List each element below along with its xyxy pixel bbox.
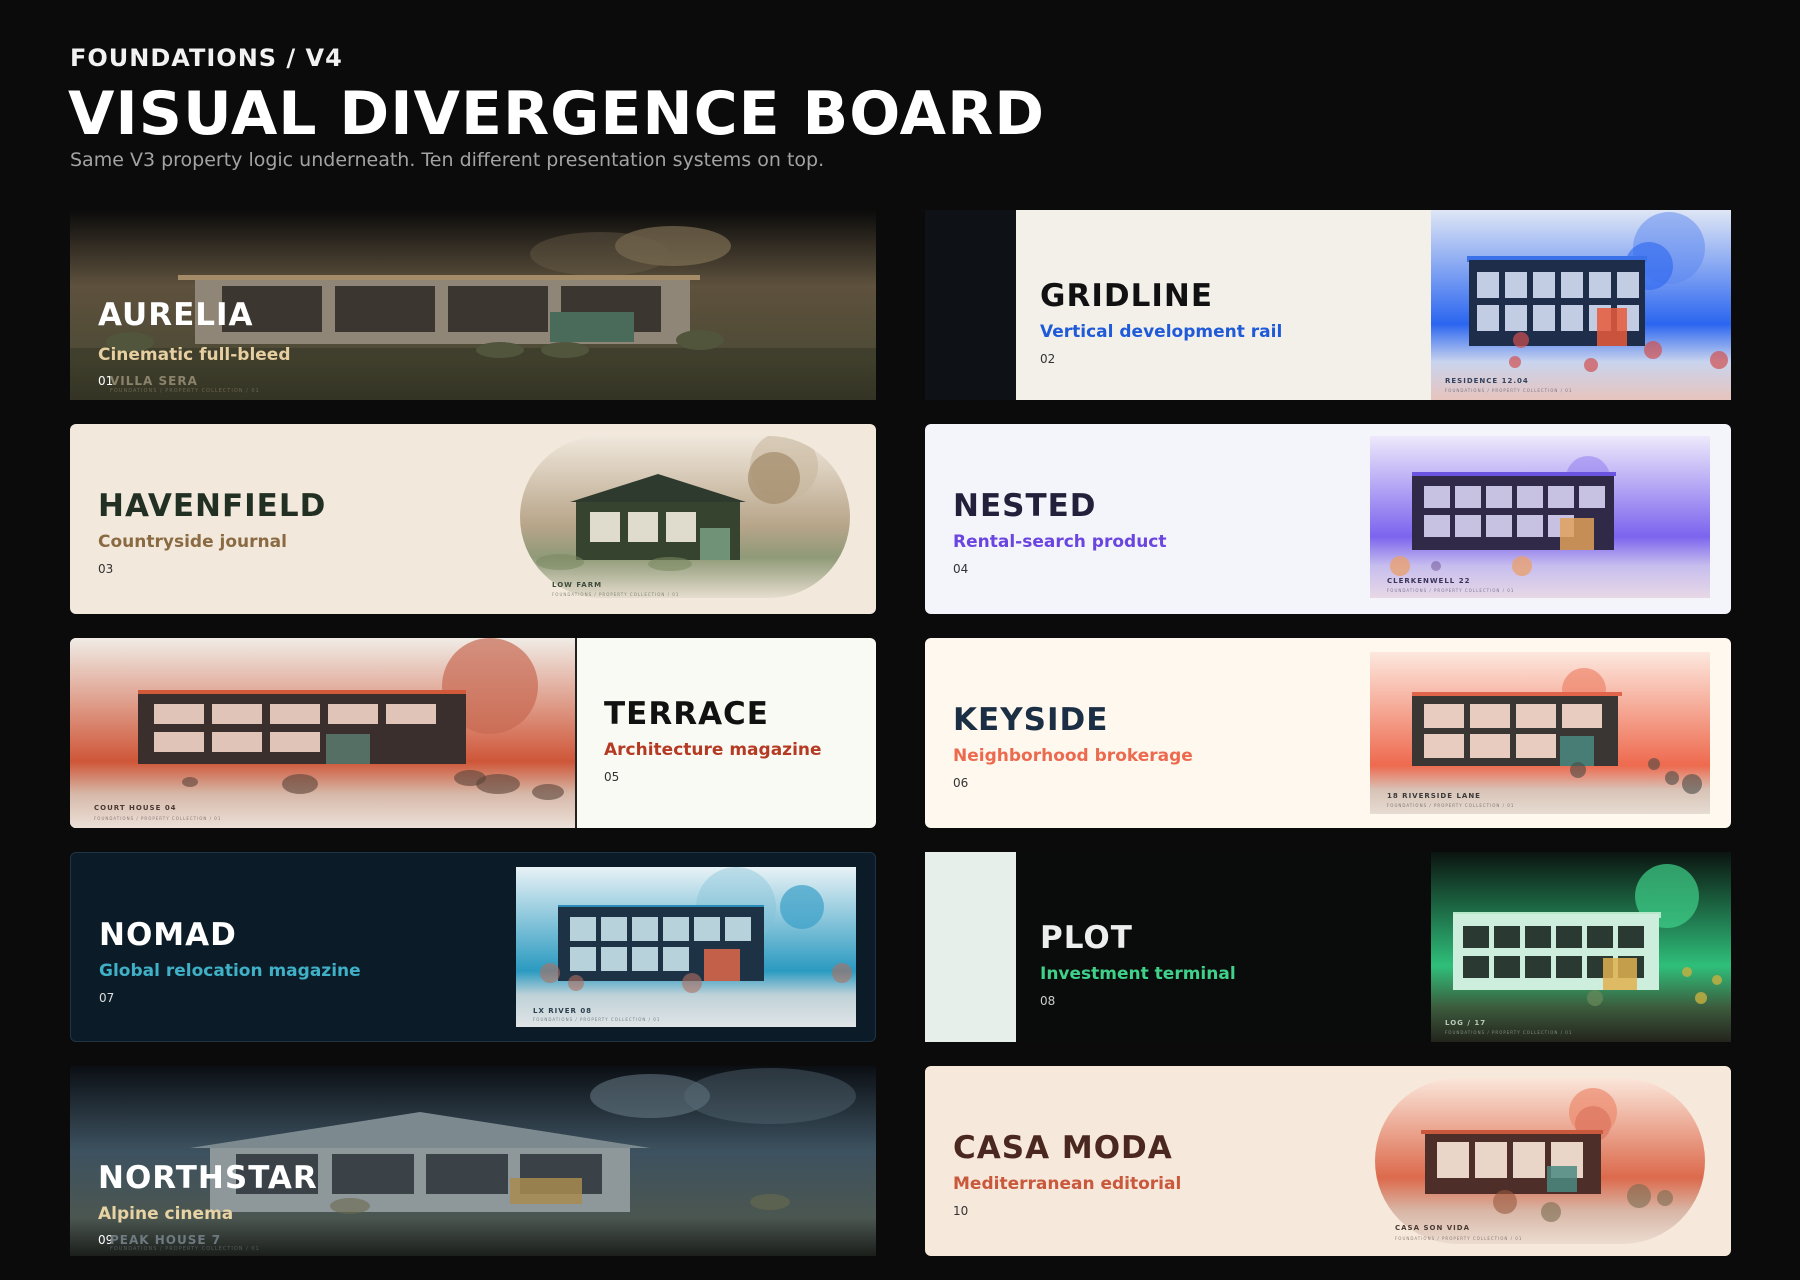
- development-rail: [925, 210, 1016, 400]
- property-illustration: [70, 638, 577, 828]
- card-tagline: Vertical development rail: [1040, 322, 1283, 342]
- card-tagline: Mediterranean editorial: [953, 1174, 1182, 1194]
- card-northstar[interactable]: NORTHSTAR Alpine cinema 09 PEAK HOUSE 7 …: [70, 1066, 876, 1256]
- card-number: 05: [604, 770, 620, 784]
- property-illustration: [1370, 652, 1710, 814]
- card-tagline: Global relocation magazine: [99, 961, 361, 981]
- card-tagline: Investment terminal: [1040, 964, 1236, 984]
- card-name: KEYSIDE: [953, 702, 1109, 738]
- board-title: VISUAL DIVERGENCE BOARD: [68, 79, 1046, 149]
- card-footer-caption: FOUNDATIONS / PROPERTY COLLECTION / 01: [1445, 388, 1573, 393]
- card-nomad[interactable]: NOMAD Global relocation magazine 07 LX R…: [70, 852, 876, 1042]
- card-footer-caption: FOUNDATIONS / PROPERTY COLLECTION / 01: [533, 1017, 661, 1022]
- card-caption: RESIDENCE 12.04: [1445, 377, 1529, 385]
- card-number: 06: [953, 776, 969, 790]
- card-footer-caption: FOUNDATIONS / PROPERTY COLLECTION / 01: [110, 388, 260, 394]
- card-number: 02: [1040, 352, 1056, 366]
- card-caption: CASA SON VIDA: [1395, 1224, 1470, 1232]
- card-name: GRIDLINE: [1040, 278, 1213, 314]
- card-footer-caption: FOUNDATIONS / PROPERTY COLLECTION / 01: [1387, 588, 1515, 593]
- card-name: TERRACE: [604, 696, 769, 732]
- card-tagline: Neighborhood brokerage: [953, 746, 1193, 766]
- property-illustration: [1375, 1078, 1705, 1244]
- card-tagline: Rental-search product: [953, 532, 1167, 552]
- card-number: 04: [953, 562, 969, 576]
- card-footer-caption: FOUNDATIONS / PROPERTY COLLECTION / 01: [552, 592, 680, 597]
- card-footer-caption: FOUNDATIONS / PROPERTY COLLECTION / 01: [1395, 1236, 1523, 1241]
- card-caption: LOW FARM: [552, 581, 603, 589]
- card-number: 08: [1040, 994, 1056, 1008]
- property-illustration: [1431, 852, 1731, 1042]
- card-name: NORTHSTAR: [98, 1160, 318, 1196]
- card-caption: LOG / 17: [1445, 1019, 1487, 1027]
- card-footer-caption: FOUNDATIONS / PROPERTY COLLECTION / 01: [1387, 803, 1515, 808]
- card-number: 07: [99, 991, 115, 1005]
- card-number: 10: [953, 1204, 969, 1218]
- card-caption: VILLA SERA: [110, 374, 198, 388]
- card-name: NESTED: [953, 488, 1097, 524]
- terminal-rail: [925, 852, 1016, 1042]
- card-tagline: Countryside journal: [98, 532, 287, 552]
- card-casa-moda[interactable]: CASA MODA Mediterranean editorial 10 CAS…: [925, 1066, 1731, 1256]
- card-name: AURELIA: [98, 297, 254, 333]
- card-footer-caption: FOUNDATIONS / PROPERTY COLLECTION / 01: [110, 1246, 260, 1252]
- card-name: HAVENFIELD: [98, 488, 327, 524]
- card-footer-caption: FOUNDATIONS / PROPERTY COLLECTION / 01: [94, 816, 222, 821]
- property-illustration: [1370, 436, 1710, 598]
- card-havenfield[interactable]: HAVENFIELD Countryside journal 03 LOW FA…: [70, 424, 876, 614]
- card-terrace[interactable]: TERRACE Architecture magazine 05 COURT H…: [70, 638, 876, 828]
- card-tagline: Alpine cinema: [98, 1204, 234, 1224]
- board-subtitle: Same V3 property logic underneath. Ten d…: [70, 149, 825, 171]
- card-aurelia[interactable]: AURELIA Cinematic full-bleed 01 VILLA SE…: [70, 210, 876, 400]
- card-caption: 18 RIVERSIDE LANE: [1387, 792, 1481, 800]
- board-eyebrow: FOUNDATIONS / V4: [70, 44, 343, 72]
- card-gridline[interactable]: GRIDLINE Vertical development rail 02 RE…: [925, 210, 1731, 400]
- property-illustration: [1431, 210, 1731, 400]
- card-name: NOMAD: [99, 917, 237, 953]
- card-footer-caption: FOUNDATIONS / PROPERTY COLLECTION / 01: [1445, 1030, 1573, 1035]
- property-illustration: [520, 436, 850, 598]
- card-tagline: Architecture magazine: [604, 740, 822, 760]
- card-name: PLOT: [1040, 920, 1133, 956]
- card-plot[interactable]: PLOT Investment terminal 08 LOG / 17 FOU…: [925, 852, 1731, 1042]
- card-name: CASA MODA: [953, 1130, 1173, 1166]
- card-caption: PEAK HOUSE 7: [110, 1233, 222, 1247]
- property-illustration: [516, 867, 856, 1027]
- card-tagline: Cinematic full-bleed: [98, 345, 291, 365]
- card-number: 03: [98, 562, 114, 576]
- card-nested[interactable]: NESTED Rental-search product 04 CLERKENW…: [925, 424, 1731, 614]
- card-keyside[interactable]: KEYSIDE Neighborhood brokerage 06 18 RIV…: [925, 638, 1731, 828]
- card-caption: LX RIVER 08: [533, 1007, 593, 1015]
- card-caption: CLERKENWELL 22: [1387, 577, 1471, 585]
- card-caption: COURT HOUSE 04: [94, 804, 177, 812]
